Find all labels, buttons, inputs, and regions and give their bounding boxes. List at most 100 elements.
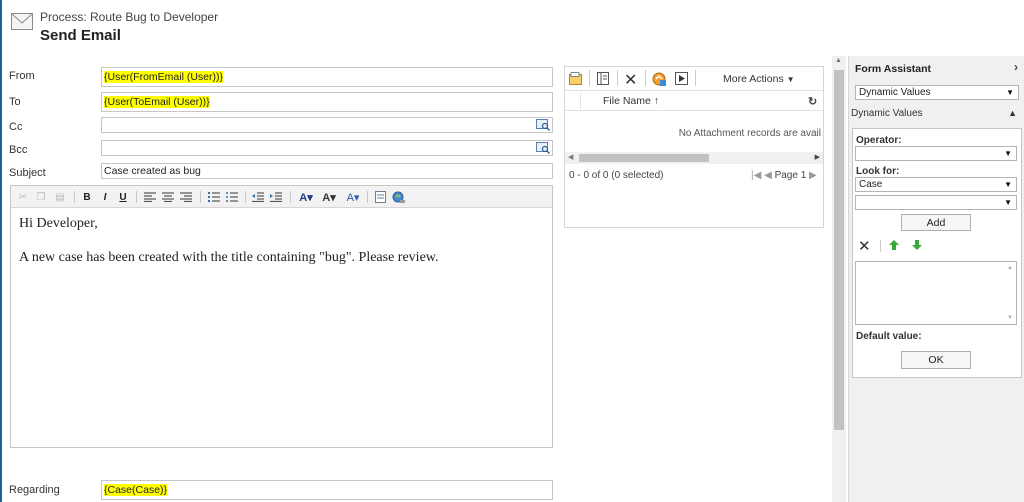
look-for-select[interactable]: Case ▼: [855, 177, 1017, 192]
insert-template-icon[interactable]: [373, 190, 387, 204]
attribute-select[interactable]: ▼: [855, 195, 1017, 210]
attachments-hscrollbar[interactable]: ◀ ▶: [565, 152, 823, 164]
collapse-chevron-icon[interactable]: ›: [1014, 60, 1018, 74]
bold-icon[interactable]: B: [81, 190, 93, 204]
font-color-icon[interactable]: A▾: [343, 190, 363, 204]
more-actions-label: More Actions: [723, 73, 784, 85]
chevron-down-icon: ▼: [786, 75, 795, 84]
paste-icon[interactable]: ▤: [53, 190, 67, 204]
copy-icon[interactable]: ❐: [35, 190, 47, 204]
cc-lookup-icon[interactable]: [536, 119, 550, 131]
bulleted-list-icon[interactable]: [225, 190, 239, 204]
scroll-thumb[interactable]: [579, 154, 709, 162]
numbered-list-icon[interactable]: [207, 190, 221, 204]
cc-field[interactable]: [101, 117, 553, 133]
first-page-icon[interactable]: |◀: [751, 170, 761, 181]
cut-icon[interactable]: ✂: [17, 190, 29, 204]
align-right-icon[interactable]: [179, 190, 193, 204]
move-down-icon[interactable]: [912, 240, 922, 253]
section-title: Dynamic Values: [851, 108, 923, 119]
chevron-down-icon: ▼: [1004, 198, 1012, 207]
delete-icon[interactable]: ✕: [858, 237, 871, 255]
ok-button[interactable]: OK: [901, 351, 971, 369]
attachments-header: File Name ↑ ↻: [565, 91, 823, 111]
email-body-editor[interactable]: ✂ ❐ ▤ B I U A▾ A▾ A▾ Hi Developer, A new…: [10, 185, 553, 448]
regarding-label: Regarding: [9, 484, 60, 496]
email-icon: [11, 13, 33, 30]
to-field[interactable]: {User(ToEmail (User))}: [101, 92, 553, 112]
page-title: Send Email: [40, 27, 121, 44]
increase-indent-icon[interactable]: [269, 190, 283, 204]
dynamic-values-panel: Operator: ▼ Look for: Case ▼ ▼ Add ✕ ▲ ▼ …: [852, 128, 1022, 378]
assistant-mode-select[interactable]: Dynamic Values ▼: [855, 85, 1019, 100]
column-file-name[interactable]: File Name ↑: [603, 95, 659, 107]
chevron-down-icon: ▼: [1004, 149, 1012, 158]
refresh-icon[interactable]: ↻: [808, 95, 817, 108]
underline-icon[interactable]: U: [117, 190, 129, 204]
bcc-lookup-icon[interactable]: [536, 142, 550, 154]
dynamic-values-list[interactable]: ▲ ▼: [855, 261, 1017, 325]
from-field[interactable]: {User(FromEmail (User))}: [101, 67, 553, 87]
collapse-up-icon[interactable]: ▲: [1008, 108, 1017, 118]
sort-ascending-icon: ↑: [653, 95, 660, 107]
subject-value: Case created as bug: [104, 165, 201, 177]
more-actions-button[interactable]: More Actions ▼: [723, 73, 795, 85]
run-workflow-icon[interactable]: [652, 72, 666, 89]
insert-link-icon[interactable]: [391, 190, 405, 204]
pager: |◀ ◀ Page 1 ▶: [751, 170, 817, 181]
toolbar-separator: [290, 191, 291, 203]
attachments-grid: ✕ More Actions ▼ File Name ↑ ↻ No Attach…: [564, 66, 824, 228]
subject-field[interactable]: Case created as bug: [101, 163, 553, 179]
toolbar-separator: [645, 70, 646, 86]
chevron-down-icon: ▼: [1006, 88, 1014, 97]
subject-label: Subject: [9, 167, 46, 179]
to-value: {User(ToEmail (User))}: [104, 96, 210, 108]
column-divider: [580, 93, 581, 109]
delete-icon[interactable]: ✕: [624, 70, 637, 90]
look-for-value: Case: [859, 179, 883, 190]
form-assistant: Form Assistant › Dynamic Values ▼ Dynamic…: [848, 56, 1024, 502]
record-status: 0 - 0 of 0 (0 selected): [569, 170, 664, 181]
page-scroll-thumb[interactable]: [834, 70, 844, 430]
page-scrollbar[interactable]: ▲: [832, 56, 846, 502]
empty-message: No Attachment records are avail: [678, 128, 821, 139]
italic-icon[interactable]: I: [99, 190, 111, 204]
align-left-icon[interactable]: [143, 190, 157, 204]
start-dialog-icon[interactable]: [675, 72, 688, 88]
assistant-mode-value: Dynamic Values: [859, 87, 931, 98]
body-line-2: A new case has been created with the tit…: [19, 250, 439, 265]
decrease-indent-icon[interactable]: [251, 190, 265, 204]
add-existing-icon[interactable]: [597, 72, 609, 88]
scroll-up-icon[interactable]: ▲: [835, 57, 842, 64]
scroll-right-icon[interactable]: ▶: [815, 153, 820, 161]
look-for-label: Look for:: [856, 166, 900, 177]
regarding-field[interactable]: {Case(Case)}: [101, 480, 553, 500]
toolbar-separator: [245, 191, 246, 203]
new-attachment-icon[interactable]: [569, 72, 583, 88]
scroll-left-icon[interactable]: ◀: [568, 153, 573, 161]
toolbar-separator: [200, 191, 201, 203]
file-name-label: File Name: [603, 95, 651, 107]
scroll-down-icon[interactable]: ▼: [1007, 315, 1013, 321]
default-value-label: Default value:: [856, 331, 922, 342]
body-line-1: Hi Developer,: [19, 216, 98, 231]
cc-label: Cc: [9, 121, 23, 133]
page-number: Page 1: [774, 170, 807, 181]
align-center-icon[interactable]: [161, 190, 175, 204]
move-up-icon[interactable]: [889, 240, 899, 253]
previous-page-icon[interactable]: ◀: [764, 170, 772, 181]
toolbar-separator: [136, 191, 137, 203]
regarding-value: {Case(Case)}: [104, 484, 168, 496]
from-value: {User(FromEmail (User))}: [104, 71, 224, 83]
editor-toolbar: ✂ ❐ ▤ B I U A▾ A▾ A▾: [11, 186, 552, 208]
highlight-color-icon[interactable]: A▾: [297, 190, 315, 204]
font-size-icon[interactable]: A▾: [319, 190, 339, 204]
toolbar-separator: [695, 70, 696, 86]
email-body-text: Hi Developer, A new case has been create…: [19, 216, 439, 284]
operator-select[interactable]: ▼: [855, 146, 1017, 161]
next-page-icon[interactable]: ▶: [809, 170, 817, 181]
scroll-up-icon[interactable]: ▲: [1007, 265, 1013, 271]
add-button[interactable]: Add: [901, 214, 971, 231]
bcc-field[interactable]: [101, 140, 553, 156]
operator-label: Operator:: [856, 135, 902, 146]
